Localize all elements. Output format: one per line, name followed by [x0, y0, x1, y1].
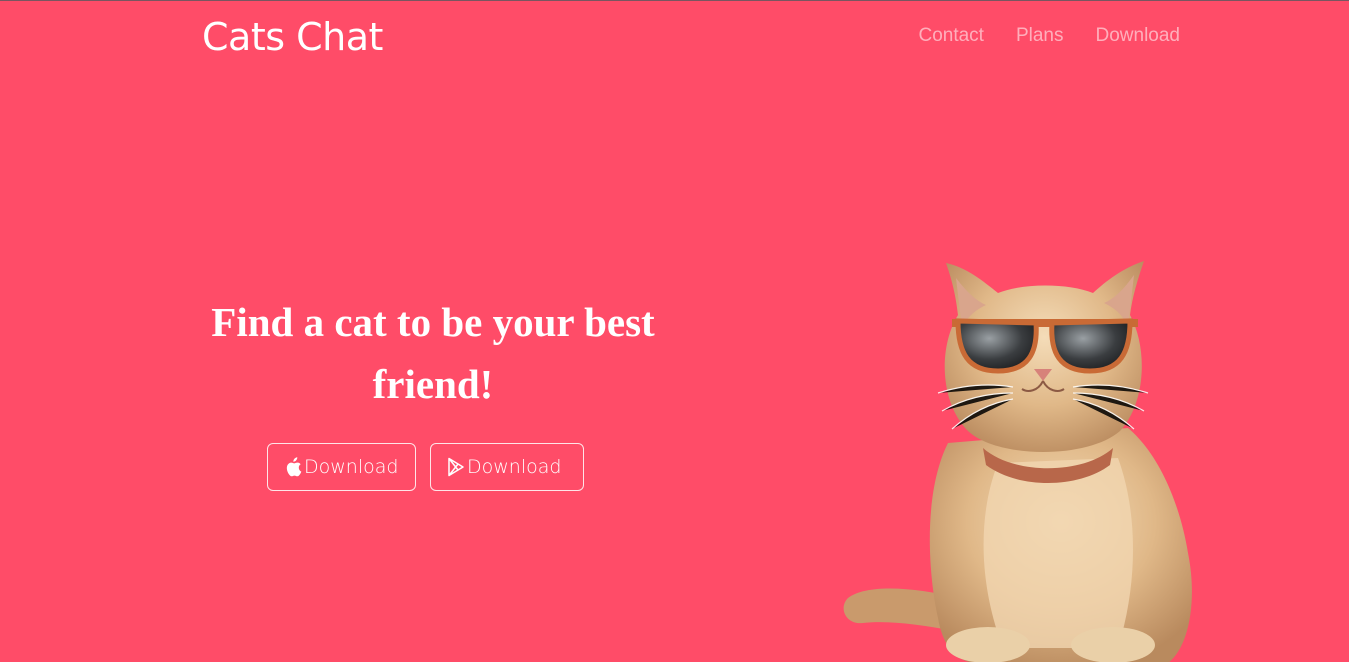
google-play-download-button[interactable]: Download — [430, 443, 584, 491]
page: Cats Chat Contact Plans Download Find a … — [0, 0, 1349, 662]
nav-download-link[interactable]: Download — [1096, 25, 1181, 47]
google-play-icon — [447, 457, 465, 477]
download-buttons: Download Download — [267, 443, 584, 491]
google-play-download-label: Download — [467, 456, 562, 478]
apple-download-button[interactable]: Download — [267, 443, 416, 491]
nav-plans-link[interactable]: Plans — [1016, 25, 1064, 47]
apple-icon — [284, 457, 302, 477]
hero-headline: Find a cat to be your best friend! — [211, 299, 655, 407]
nav-contact-link[interactable]: Contact — [918, 25, 983, 47]
cat-with-sunglasses-image — [843, 261, 1192, 662]
brand-logo[interactable]: Cats Chat — [202, 15, 383, 59]
top-nav: Contact Plans Download — [918, 25, 1180, 47]
apple-download-label: Download — [304, 456, 399, 478]
